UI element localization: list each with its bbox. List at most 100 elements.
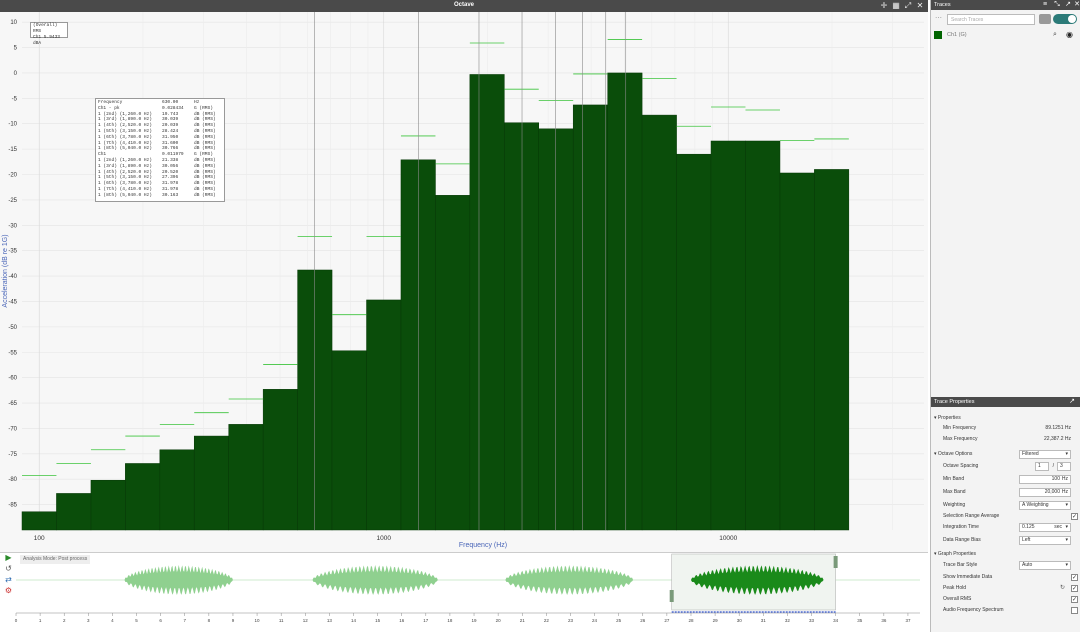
octave-mode-select[interactable]: Filtered ▾ — [1019, 450, 1071, 459]
waveform-segment — [312, 565, 438, 595]
time-tick-label: 15 — [375, 618, 381, 623]
time-tick-label: 32 — [785, 618, 791, 623]
graph-properties-header: Graph Properties — [937, 551, 976, 557]
octave-bar — [366, 299, 402, 531]
octave-spacing-num[interactable]: 1 — [1035, 462, 1049, 471]
time-tick-label: 13 — [327, 618, 333, 623]
time-tick-label: 16 — [399, 618, 405, 623]
reset-peak-icon[interactable]: ↻ — [1060, 583, 1065, 594]
eye-icon[interactable]: ◉ — [1066, 30, 1073, 39]
y-tick-label: -15 — [8, 147, 17, 153]
measurement-table: Frequency 630.00 Hz Ch1 - pk 0.028434 G (RMS)… — [95, 98, 225, 202]
time-tick-label: 36 — [881, 618, 887, 623]
integration-select[interactable]: 0.125 sec ▾ — [1019, 523, 1071, 532]
audio-freq-checkbox[interactable] — [1071, 607, 1078, 614]
trace-name[interactable]: Ch1 (G) — [947, 32, 967, 38]
max-frequency-row: Max Frequency 22,387.2 Hz — [931, 434, 1080, 445]
time-tick-label: 4 — [111, 618, 114, 623]
menu-icon[interactable]: ≡ — [1041, 0, 1049, 10]
y-tick-label: -10 — [8, 122, 17, 128]
data-range-select[interactable]: Left ▾ — [1019, 536, 1071, 545]
loop-icon[interactable]: ⇄ — [4, 575, 13, 584]
playback-controls: ▶ ↺ ⇄ ⚙ — [0, 552, 16, 612]
close-icon[interactable]: ✕ — [1073, 0, 1080, 10]
time-tick-label: 21 — [520, 618, 526, 623]
trace-color-swatch[interactable] — [934, 31, 942, 39]
filter-button[interactable] — [1039, 14, 1051, 24]
trace-bar-select[interactable]: Auto ▾ — [1019, 561, 1071, 570]
x-tick-label: 10000 — [719, 535, 737, 542]
weighting-select[interactable]: A Weighting ▾ — [1019, 501, 1071, 510]
selection-avg-row: Selection Range Average ✓ — [931, 511, 1080, 522]
properties-section[interactable]: ▾ Properties — [934, 414, 961, 423]
crosshair-icon[interactable]: ✛ — [879, 1, 889, 11]
time-tick-label: 31 — [761, 618, 767, 623]
play-icon[interactable]: ▶ — [4, 553, 13, 562]
popout-icon[interactable]: ↗ — [1068, 397, 1076, 407]
octave-bar — [159, 449, 195, 531]
octave-bar — [779, 172, 815, 531]
max-frequency-value: 22,387.2 Hz — [1044, 436, 1071, 442]
waveform-segment — [124, 565, 233, 595]
octave-bar — [90, 479, 126, 531]
overall-rms-checkbox[interactable]: ✓ — [1071, 596, 1078, 603]
reset-icon[interactable]: ↺ — [4, 564, 13, 573]
grid-icon[interactable]: ▦ — [891, 1, 901, 11]
time-tick-label: 30 — [737, 618, 743, 623]
min-band-row: Min Band 100 Hz — [931, 474, 1080, 485]
selection-avg-checkbox[interactable]: ✓ — [1071, 513, 1078, 520]
more-icon[interactable]: ⋯ — [935, 14, 942, 22]
trace-bar-label: Trace Bar Style — [943, 562, 978, 568]
y-tick-label: 5 — [14, 46, 18, 52]
close-icon[interactable]: ✕ — [915, 1, 925, 11]
y-tick-label: -60 — [8, 376, 17, 382]
min-band-input[interactable]: 100 Hz — [1019, 475, 1071, 484]
time-tick-label: 25 — [616, 618, 622, 623]
integration-row: Integration Time 0.125 sec ▾ — [931, 522, 1080, 533]
octave-bar — [435, 195, 471, 531]
audio-freq-label: Audio Frequency Spectrum — [943, 607, 1004, 613]
octave-spacing-row: Octave Spacing 1 / 3 — [931, 461, 1080, 472]
trace-toggle[interactable] — [1053, 14, 1077, 24]
waveform-chart[interactable]: 0 1 2 3 4 5 6 7 8 9 10 11 12 13 14 15 16 17 18 19 20 21 22 23 24… — [0, 552, 928, 632]
time-tick-label: 3 — [87, 618, 90, 623]
octave-options-header[interactable]: ▾ Octave Options — [934, 449, 972, 460]
octave-bar — [676, 153, 712, 531]
time-tick-label: 8 — [208, 618, 211, 623]
selection-avg-label: Selection Range Average — [943, 513, 1000, 519]
window-title: Octave — [453, 2, 474, 8]
octave-bar — [814, 169, 850, 531]
max-band-label: Max Band — [943, 489, 966, 495]
max-band-input[interactable]: 20,000 Hz — [1019, 488, 1071, 497]
time-tick-label: 14 — [351, 618, 357, 623]
octave-plot-area[interactable]: 10 5 0 -5 -10 -15 -20 -25 -30 -35 -40 -45 -50 -55 -60 -… — [0, 12, 928, 552]
min-frequency-value: 89.1251 Hz — [1045, 425, 1071, 431]
time-tick-label: 35 — [857, 618, 863, 623]
peak-hold-checkbox[interactable]: ✓ — [1071, 585, 1078, 592]
y-tick-label: 10 — [10, 20, 17, 26]
octave-spacing-den[interactable]: 3 — [1057, 462, 1071, 471]
time-tick-label: 10 — [255, 618, 261, 623]
data-range-row: Data Range Bias Left ▾ — [931, 535, 1080, 546]
octave-spacing-label: Octave Spacing — [943, 463, 979, 469]
popout-icon[interactable]: ↗ — [1064, 0, 1072, 10]
tool-icon[interactable]: ⚙ — [4, 586, 13, 595]
selection-handle-right — [833, 556, 838, 568]
collapse-icon[interactable]: ⤡ — [1053, 0, 1061, 10]
expand-icon[interactable]: ⤢ — [903, 1, 913, 11]
legend-line-1: (Overall) RMS — [33, 23, 58, 34]
overall-rms-label: Overall RMS — [943, 596, 972, 602]
weighting-row: Weighting A Weighting ▾ — [931, 500, 1080, 511]
search-icon[interactable]: ⌕ — [1053, 31, 1057, 39]
trace-properties-title: Trace Properties — [934, 399, 975, 405]
min-frequency-row: Min Frequency 89.1251 Hz — [931, 423, 1080, 434]
graph-properties-section[interactable]: ▾ Graph Properties — [934, 550, 976, 559]
trace-bar-row: Trace Bar Style Auto ▾ — [931, 560, 1080, 571]
show-immediate-checkbox[interactable]: ✓ — [1071, 574, 1078, 581]
table-cell: dB (RMS) — [194, 192, 216, 198]
search-traces-input[interactable] — [947, 14, 1035, 25]
right-panel: Traces ≡ ⤡ ↗ ✕ ⋯ Ch1 (G) ⌕ ◉ Trace Prope… — [930, 0, 1080, 632]
octave-chart[interactable]: 10 5 0 -5 -10 -15 -20 -25 -30 -35 -40 -45 -50 -55 -60 -… — [0, 12, 928, 552]
octave-bar — [331, 350, 367, 531]
time-tick-label: 20 — [496, 618, 502, 623]
